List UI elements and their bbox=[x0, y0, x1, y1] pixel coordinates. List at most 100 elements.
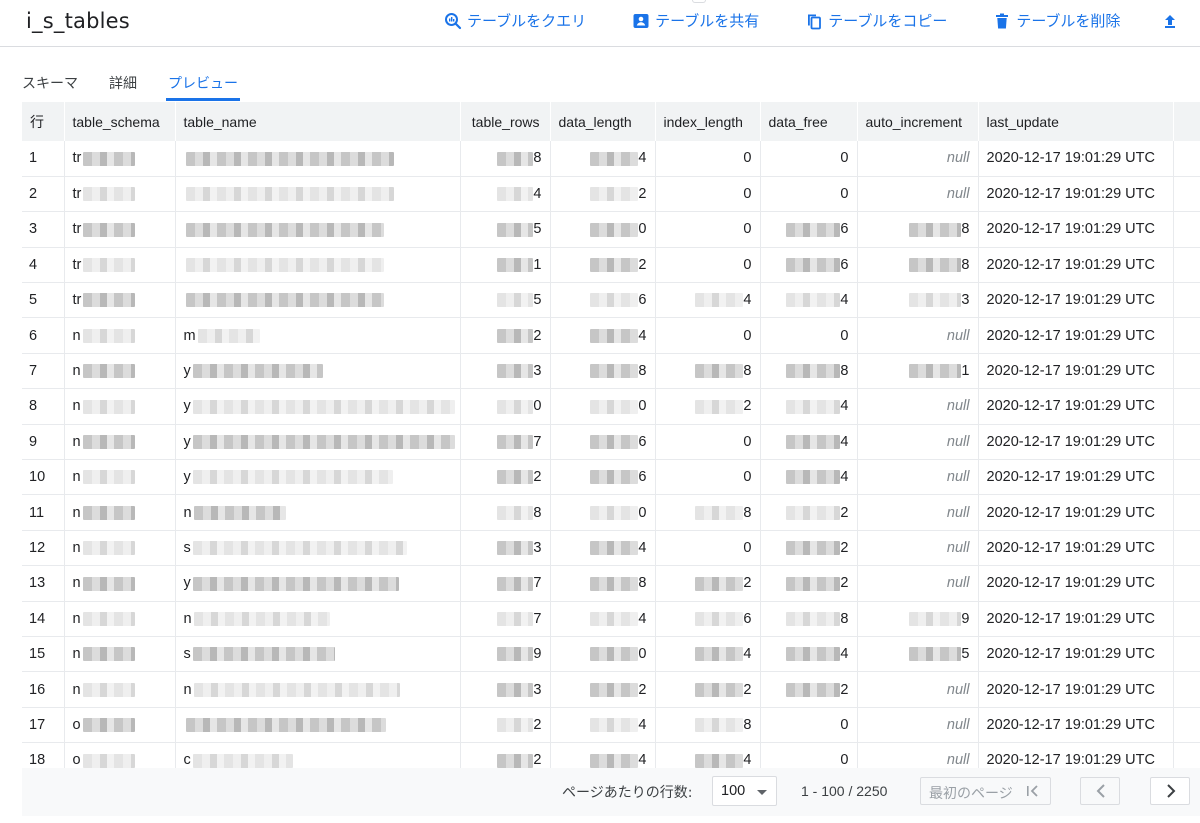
table-row[interactable]: 14 n n 7 4 6 8 9 2020-12-17 19:01:29 UTC bbox=[22, 601, 1200, 637]
table-row[interactable]: 6 n m 2 4 0 0 null 2020-12-17 19:01:29 UTC bbox=[22, 317, 1200, 354]
last-update-cell: 2020-12-17 19:01:29 UTC bbox=[978, 601, 1174, 637]
index-length-cell-value: 2 bbox=[743, 398, 752, 415]
redacted-value bbox=[497, 399, 534, 414]
column-header[interactable]: data_free bbox=[760, 102, 858, 141]
drag-handle[interactable] bbox=[692, 0, 706, 3]
redacted-value bbox=[83, 258, 136, 273]
table-schema-cell: n bbox=[64, 494, 176, 531]
table-row[interactable]: 12 n s 3 4 0 2 null 2020-12-17 19:01:29 UTC bbox=[22, 530, 1200, 566]
tab-preview[interactable]: プレビュー bbox=[166, 70, 240, 102]
table-name-cell bbox=[175, 247, 461, 283]
redacted-value bbox=[193, 505, 286, 520]
tab-details[interactable]: 詳細 bbox=[109, 70, 137, 102]
table-name-cell: s bbox=[175, 636, 461, 672]
row-number-cell: 12 bbox=[22, 530, 65, 566]
table-row[interactable]: 8 n y 0 0 2 4 null 2020-12-17 19:01:29 UTC bbox=[22, 388, 1200, 425]
table-row[interactable]: 13 n y 7 8 2 2 null 2020-12-17 19:01:29 UTC bbox=[22, 565, 1200, 602]
index-length-cell: 0 bbox=[655, 211, 761, 248]
row-filler-cell bbox=[1173, 176, 1200, 212]
delete-table-button[interactable]: テーブルを削除 bbox=[993, 10, 1120, 31]
table-name-cell: y bbox=[175, 388, 461, 425]
query-table-button[interactable]: テーブルをクエリ bbox=[444, 10, 586, 31]
table-row[interactable]: 15 n s 9 0 4 4 5 2020-12-17 19:01:29 UTC bbox=[22, 636, 1200, 672]
tab-schema[interactable]: スキーマ bbox=[22, 70, 78, 102]
redacted-value bbox=[590, 576, 639, 591]
next-page-button[interactable] bbox=[1150, 777, 1190, 805]
row-filler-cell bbox=[1173, 530, 1200, 566]
table-row[interactable]: 7 n y 3 8 8 8 1 2020-12-17 19:01:29 UTC bbox=[22, 353, 1200, 389]
redacted-value bbox=[82, 611, 135, 626]
preview-grid[interactable]: 行 table_schema table_name table_rows dat… bbox=[22, 102, 1200, 768]
redacted-value bbox=[786, 541, 841, 556]
auto-increment-cell: 5 bbox=[857, 636, 979, 672]
previous-page-button[interactable] bbox=[1080, 777, 1120, 805]
table-row[interactable]: 17 o 2 4 8 0 null 2020-12-17 19:01:29 UTC bbox=[22, 707, 1200, 743]
last-update-cell: 2020-12-17 19:01:29 UTC bbox=[978, 317, 1174, 354]
table-row[interactable]: 10 n y 2 6 0 4 null 2020-12-17 19:01:29 UTC bbox=[22, 459, 1200, 495]
redacted-value bbox=[497, 151, 534, 166]
table-row[interactable]: 5 tr 5 6 4 4 3 2020-12-17 19:01:29 UTC bbox=[22, 282, 1200, 318]
table-row[interactable]: 4 tr 1 2 0 6 8 2020-12-17 19:01:29 UTC bbox=[22, 247, 1200, 283]
table-name-cell bbox=[175, 141, 461, 177]
column-header[interactable]: table_schema bbox=[64, 102, 176, 141]
index-length-cell: 2 bbox=[655, 671, 761, 708]
table-name-cell: y bbox=[175, 565, 461, 602]
table-schema-cell-value: n bbox=[72, 575, 81, 592]
data-length-cell-value: 0 bbox=[638, 504, 647, 521]
table-row[interactable]: 9 n y 7 6 0 4 null 2020-12-17 19:01:29 UTC bbox=[22, 424, 1200, 460]
table-row[interactable]: 2 tr 4 2 0 0 null 2020-12-17 19:01:29 UTC bbox=[22, 176, 1200, 212]
query-table-label: テーブルをクエリ bbox=[467, 12, 587, 30]
index-length-cell-value: 0 bbox=[743, 539, 752, 556]
row-number-cell-value: 7 bbox=[29, 363, 38, 380]
table-rows-cell-value: 7 bbox=[533, 610, 542, 627]
first-page-button[interactable]: 最初のページ bbox=[920, 777, 1051, 805]
rows-per-page-select[interactable]: 100 bbox=[712, 776, 777, 806]
table-row[interactable]: 16 n n 3 2 2 2 null 2020-12-17 19:01:29 UTC bbox=[22, 671, 1200, 708]
redacted-value bbox=[786, 258, 841, 273]
data-length-cell: 0 bbox=[550, 494, 656, 531]
redacted-value bbox=[695, 293, 744, 308]
table-rows-cell: 7 bbox=[460, 601, 551, 637]
data-length-cell-value: 8 bbox=[638, 363, 647, 380]
redacted-value bbox=[497, 682, 534, 697]
column-header[interactable]: table_name bbox=[175, 102, 461, 141]
index-length-cell: 6 bbox=[655, 601, 761, 637]
data-length-cell: 2 bbox=[550, 247, 656, 283]
table-rows-cell: 3 bbox=[460, 530, 551, 566]
index-length-cell-value: 6 bbox=[743, 610, 752, 627]
table-row[interactable]: 18 o c 2 4 4 0 null 2020-12-17 19:01:29 UTC bbox=[22, 742, 1200, 768]
redacted-value bbox=[82, 541, 135, 556]
data-free-cell-value: 4 bbox=[840, 646, 849, 663]
table-rows-cell: 5 bbox=[460, 282, 551, 318]
last-update-cell-value: 2020-12-17 19:01:29 UTC bbox=[986, 363, 1155, 380]
table-row[interactable]: 3 tr 5 0 0 6 8 2020-12-17 19:01:29 UTC bbox=[22, 211, 1200, 248]
share-table-button[interactable]: テーブルを共有 bbox=[632, 10, 759, 31]
table-row[interactable]: 1 tr 8 4 0 0 null 2020-12-17 19:01:29 UTC bbox=[22, 141, 1200, 177]
column-header[interactable]: data_length bbox=[550, 102, 656, 141]
table-rows-cell: 2 bbox=[460, 317, 551, 354]
data-free-cell-value: 2 bbox=[840, 575, 849, 592]
column-header[interactable]: index_length bbox=[655, 102, 761, 141]
table-name-cell: s bbox=[175, 530, 461, 566]
copy-table-button[interactable]: テーブルをコピー bbox=[805, 10, 947, 31]
column-header[interactable]: last_update bbox=[978, 102, 1174, 141]
column-header[interactable]: table_rows bbox=[460, 102, 551, 141]
table-rows-cell: 3 bbox=[460, 353, 551, 389]
trash-icon bbox=[996, 13, 1009, 28]
row-number-cell: 3 bbox=[22, 211, 65, 248]
row-filler-cell bbox=[1173, 424, 1200, 460]
first-page-icon bbox=[1027, 785, 1038, 797]
table-schema-cell: n bbox=[64, 601, 176, 637]
redacted-value bbox=[786, 222, 841, 237]
column-header[interactable]: auto_increment bbox=[857, 102, 979, 141]
upload-icon[interactable] bbox=[1164, 12, 1176, 30]
redacted-value bbox=[590, 718, 639, 733]
auto-increment-cell-value: null bbox=[946, 186, 970, 203]
data-length-cell: 6 bbox=[550, 424, 656, 460]
row-number-cell-value: 2 bbox=[29, 186, 38, 203]
table-rows-cell-value: 4 bbox=[533, 186, 542, 203]
table-name-cell-value: y bbox=[183, 575, 191, 592]
data-free-cell: 8 bbox=[760, 601, 858, 637]
table-row[interactable]: 11 n n 8 0 8 2 null 2020-12-17 19:01:29 UTC bbox=[22, 494, 1200, 531]
index-length-cell: 2 bbox=[655, 565, 761, 602]
